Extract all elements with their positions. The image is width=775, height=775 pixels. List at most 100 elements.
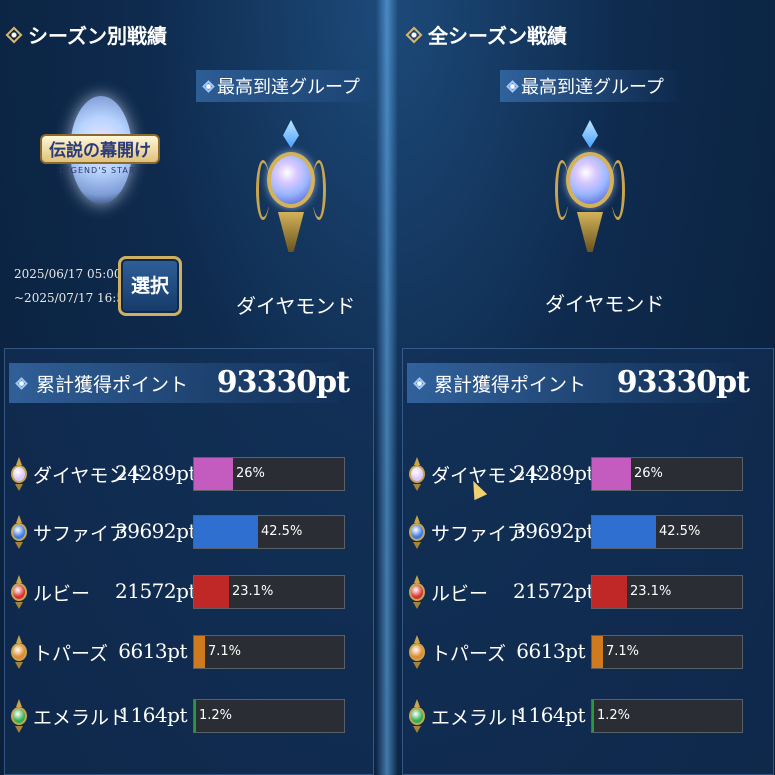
highest-group-header: 最高到達グループ — [500, 70, 678, 102]
rank-row-percent: 1.2% — [199, 708, 233, 723]
rank-row-bar: 7.1% — [193, 635, 345, 669]
rank-name: ダイヤモンド — [236, 294, 356, 318]
points-breakdown-panel: 累計獲得ポイント 93330pt ダイヤモンド 24289pt 26% サファイア 39… — [4, 348, 374, 775]
rank-row-points: 24289pt — [115, 461, 196, 485]
total-points-label: 累計獲得ポイント — [434, 373, 587, 396]
season-record-title-text: シーズン別戦績 — [28, 24, 167, 48]
highest-group-header: 最高到達グループ — [196, 70, 374, 102]
diamond-bullet-icon — [506, 79, 519, 93]
rank-row-name: ルビー — [33, 583, 91, 605]
topaz-gem-icon — [9, 635, 29, 669]
rank-row-bar: 23.1% — [193, 575, 345, 609]
rank-row-bar: 1.2% — [193, 699, 345, 733]
season-start-date: 2025/06/17 05:00 — [14, 267, 122, 281]
rank-row-percent: 26% — [634, 466, 663, 481]
rank-row: ダイヤモンド 24289pt 26% — [403, 453, 773, 497]
highest-group-label: 最高到達グループ — [217, 77, 360, 98]
rank-row-name: トパーズ — [33, 643, 109, 665]
rank-row-points: 1164pt — [118, 703, 187, 727]
rank-row-name: ルビー — [431, 583, 489, 605]
rank-row-bar-fill — [194, 576, 229, 608]
rank-row: ダイヤモンド 24289pt 26% — [5, 453, 375, 497]
topaz-gem-icon — [407, 635, 427, 669]
diamond-gem-icon — [407, 457, 427, 491]
rank-row-points: 6613pt — [118, 639, 187, 663]
diamond-rank-emblem-icon — [555, 120, 625, 260]
rank-row-bar: 26% — [591, 457, 743, 491]
all-season-record-title: 全シーズン戦績 — [405, 20, 567, 49]
rank-row: トパーズ 6613pt 7.1% — [403, 631, 773, 675]
rank-row-percent: 26% — [236, 466, 265, 481]
rank-row-bar-fill — [194, 516, 258, 548]
rank-row-name: エメラルド — [431, 707, 527, 729]
rank-row-bar: 1.2% — [591, 699, 743, 733]
rank-row-name: エメラルド — [33, 707, 129, 729]
rank-row-points: 21572pt — [115, 579, 196, 603]
ruby-gem-icon — [9, 575, 29, 609]
total-points-value: 93330pt — [216, 365, 350, 400]
rank-row-points: 39692pt — [513, 519, 594, 543]
ruby-gem-icon — [407, 575, 427, 609]
rank-row-bar-fill — [592, 636, 603, 668]
season-end-date: ~2025/07/17 16:59 — [14, 291, 132, 305]
rank-row-percent: 42.5% — [261, 524, 303, 539]
season-record-title: シーズン別戦績 — [5, 20, 167, 49]
rank-row-points: 21572pt — [513, 579, 594, 603]
highest-group-label: 最高到達グループ — [521, 77, 664, 98]
season-logo-title: 伝説の幕開け — [40, 134, 160, 164]
emerald-gem-icon — [9, 699, 29, 733]
emerald-gem-icon — [407, 699, 427, 733]
season-logo-subtitle: LEGEND'S START — [59, 166, 141, 175]
rank-row-name: サファイア — [33, 523, 129, 545]
total-points-label: 累計獲得ポイント — [36, 373, 189, 396]
rank-row-percent: 42.5% — [659, 524, 701, 539]
points-breakdown-panel: 累計獲得ポイント 93330pt ダイヤモンド 24289pt 26% サファイア 39… — [402, 348, 774, 775]
rank-row: サファイア 39692pt 42.5% — [5, 511, 375, 555]
season-record-column: シーズン別戦績 伝説の幕開け LEGEND'S START 最高到達グループ ダ… — [0, 0, 375, 775]
diamond-gem-icon — [9, 457, 29, 491]
total-points-value: 93330pt — [616, 365, 750, 400]
sapphire-gem-icon — [9, 515, 29, 549]
rank-row-bar: 42.5% — [193, 515, 345, 549]
rank-name: ダイヤモンド — [545, 292, 665, 316]
column-divider — [376, 0, 398, 775]
diamond-bullet-icon — [5, 26, 23, 43]
diamond-rank-emblem-icon — [256, 120, 326, 260]
rank-row-points: 24289pt — [513, 461, 594, 485]
rank-row-percent: 1.2% — [597, 708, 631, 723]
diamond-bullet-icon — [413, 376, 426, 390]
rank-row-points: 1164pt — [516, 703, 585, 727]
rank-row-bar: 26% — [193, 457, 345, 491]
diamond-bullet-icon — [202, 79, 215, 93]
season-logo: 伝説の幕開け LEGEND'S START — [40, 96, 160, 206]
rank-row: エメラルド 1164pt 1.2% — [403, 695, 773, 739]
rank-row-bar-fill — [592, 458, 631, 490]
rank-row-bar: 7.1% — [591, 635, 743, 669]
rank-row: サファイア 39692pt 42.5% — [403, 511, 773, 555]
diamond-bullet-icon — [15, 376, 28, 390]
rank-row-percent: 23.1% — [630, 584, 672, 599]
all-season-record-title-text: 全シーズン戦績 — [428, 24, 567, 48]
rank-row-percent: 23.1% — [232, 584, 274, 599]
select-season-button[interactable]: 選択 — [118, 256, 182, 316]
rank-row-bar-fill — [194, 700, 196, 732]
rank-row-points: 6613pt — [516, 639, 585, 663]
rank-row-bar-fill — [592, 516, 656, 548]
rank-row-name: サファイア — [431, 523, 527, 545]
rank-row-bar: 23.1% — [591, 575, 743, 609]
all-season-record-column: 全シーズン戦績 最高到達グループ ダイヤモンド 累計獲得ポイント 93330pt… — [400, 0, 775, 775]
diamond-bullet-icon — [405, 26, 423, 43]
rank-row-bar-fill — [592, 700, 594, 732]
rank-row: ルビー 21572pt 23.1% — [403, 571, 773, 615]
rank-row: ルビー 21572pt 23.1% — [5, 571, 375, 615]
rank-row-bar-fill — [194, 636, 205, 668]
rank-row: トパーズ 6613pt 7.1% — [5, 631, 375, 675]
sapphire-gem-icon — [407, 515, 427, 549]
season-period: 2025/06/17 05:00 ~2025/07/17 16:59 — [14, 262, 132, 310]
rank-row-bar: 42.5% — [591, 515, 743, 549]
rank-row-points: 39692pt — [115, 519, 196, 543]
rank-row: エメラルド 1164pt 1.2% — [5, 695, 375, 739]
rank-row-name: トパーズ — [431, 643, 507, 665]
rank-row-bar-fill — [194, 458, 233, 490]
rank-row-percent: 7.1% — [208, 644, 242, 659]
